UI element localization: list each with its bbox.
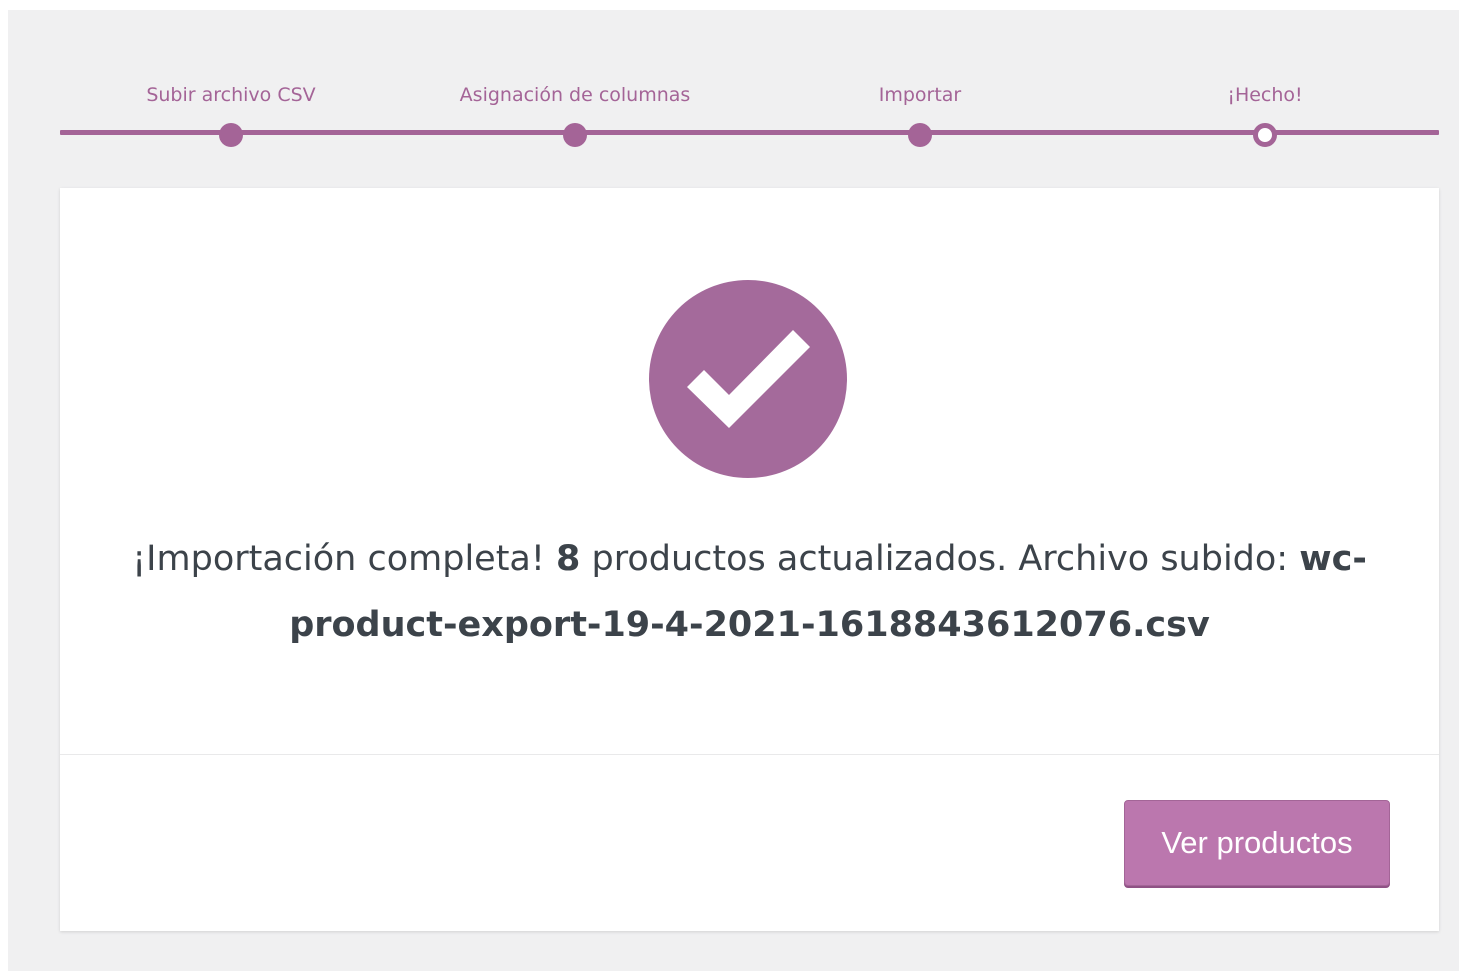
step-active-dot-icon — [1253, 123, 1277, 147]
step-label: Subir archivo CSV — [146, 84, 316, 106]
updated-count: 8 — [556, 539, 581, 579]
checkmark-circle-icon — [649, 280, 847, 478]
step-done-dot-icon — [219, 123, 243, 147]
importer-page: Subir archivo CSV Asignación de columnas… — [8, 10, 1459, 971]
import-progress-steps: Subir archivo CSV Asignación de columnas… — [60, 78, 1439, 148]
step-column-mapping: Asignación de columnas — [405, 78, 745, 147]
import-result-card: ¡Importación completa! 8 productos actua… — [60, 188, 1439, 931]
step-label: Asignación de columnas — [459, 84, 691, 106]
step-done-dot-icon — [563, 123, 587, 147]
message-prefix: ¡Importación completa! — [132, 539, 557, 579]
step-label: ¡Hecho! — [1227, 84, 1303, 106]
import-complete-message: ¡Importación completa! 8 productos actua… — [120, 526, 1379, 658]
view-products-button[interactable]: Ver productos — [1124, 800, 1390, 886]
progress-line — [60, 130, 1439, 135]
card-footer: Ver productos — [60, 755, 1439, 931]
step-upload-csv: Subir archivo CSV — [61, 78, 401, 147]
step-done-dot-icon — [908, 123, 932, 147]
step-label: Importar — [878, 84, 962, 106]
message-middle: productos actualizados. Archivo subido: — [580, 539, 1300, 579]
card-body: ¡Importación completa! 8 productos actua… — [60, 188, 1439, 755]
step-import: Importar — [750, 78, 1090, 147]
step-done: ¡Hecho! — [1095, 78, 1435, 147]
checkmark-icon — [687, 330, 810, 428]
